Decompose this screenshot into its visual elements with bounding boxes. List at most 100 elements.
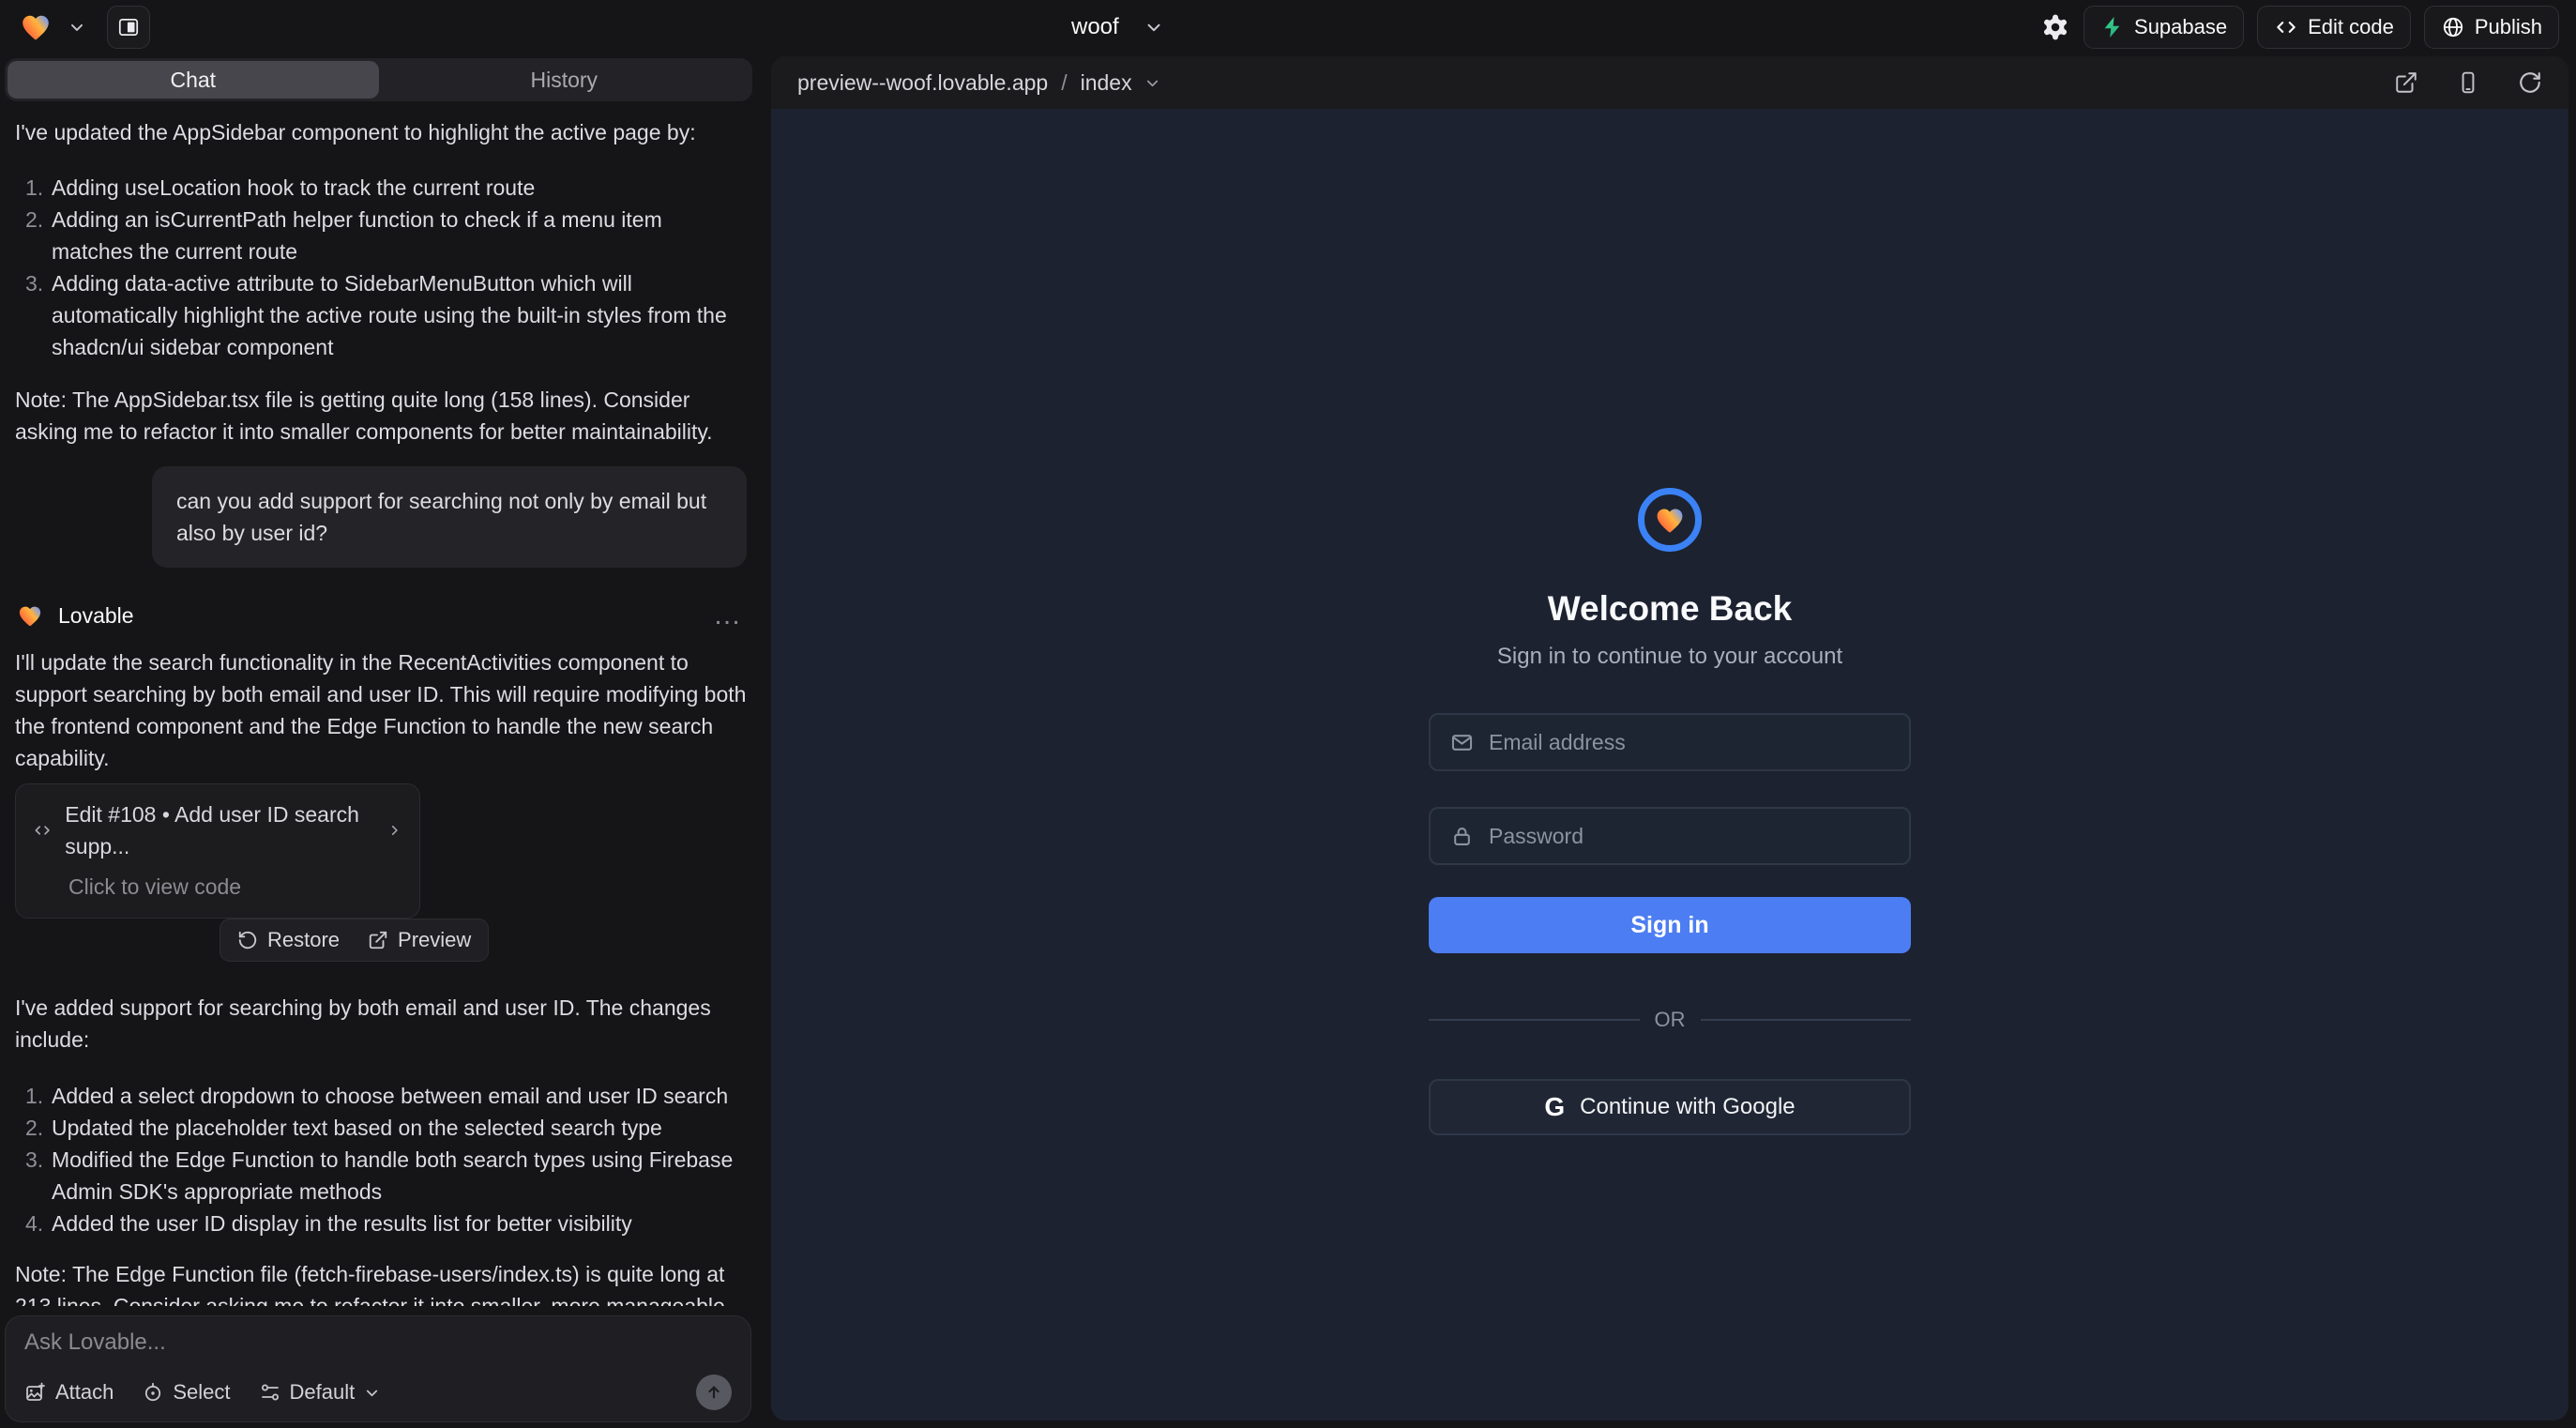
page-title: Welcome Back [1548,589,1793,629]
preview-actions [2394,70,2542,95]
external-link-icon [2394,70,2418,95]
version-actions: Restore Preview [220,919,489,962]
sliders-icon [259,1381,281,1404]
project-switcher[interactable]: woof [1071,0,1164,54]
list-item: Modified the Edge Function to handle bot… [29,1144,747,1208]
phone-icon [2456,70,2480,95]
mobile-view-button[interactable] [2456,70,2480,95]
chat-composer: Attach Select Default [5,1315,751,1422]
attach-image-icon [24,1381,47,1404]
sign-in-button[interactable]: Sign in [1429,897,1911,953]
chat-thread[interactable]: I've updated the AppSidebar component to… [0,101,762,1306]
chat-panel: Chat History I've updated the AppSidebar… [0,54,762,1428]
tab-history[interactable]: History [379,61,750,99]
ellipsis-icon: … [713,600,741,630]
edit-card-subtitle: Click to view code [68,871,402,903]
list-item: Adding an isCurrentPath helper function … [29,204,747,267]
preview-button[interactable]: Preview [368,928,471,952]
project-name: woof [1071,14,1119,40]
google-g-icon: G [1544,1092,1565,1122]
target-icon [142,1381,164,1404]
password-field-wrapper [1429,807,1911,865]
list-item: Adding data-active attribute to SidebarM… [29,267,747,363]
mode-label: Default [290,1380,356,1405]
assistant-name: Lovable [58,600,134,631]
edit-card-title-row: Edit #108 • Add user ID search supp... [33,798,402,862]
lovable-logo-heart-icon [17,10,54,44]
code-icon [33,819,52,842]
panel-layout-icon [116,15,141,39]
chat-history-tabs: Chat History [5,58,752,101]
assistant-paragraph: I'll update the search functionality in … [15,646,747,774]
composer-input[interactable] [24,1329,732,1375]
composer-toolbar: Attach Select Default [24,1375,732,1410]
chevron-down-icon [1144,74,1161,92]
mode-selector-button[interactable]: Default [259,1380,382,1405]
edit-code-label: Edit code [2308,15,2394,39]
list-item: Adding useLocation hook to track the cur… [29,172,747,204]
or-divider: OR [1429,1008,1911,1032]
divider-line [1701,1019,1912,1021]
open-in-new-tab-button[interactable] [2394,70,2418,95]
preview-page: index [1081,70,1132,96]
assistant-numbered-list: Adding useLocation hook to track the cur… [15,172,747,363]
edit-code-button[interactable]: Edit code [2257,6,2411,49]
app-logo [1638,488,1702,552]
login-form: Sign in OR G Continue with Google [1429,713,1911,1135]
topbar-actions: Supabase Edit code Publish [2040,6,2559,49]
assistant-paragraph: I've added support for searching by both… [15,992,747,1056]
external-link-icon [368,930,388,950]
toggle-sidebar-button[interactable] [107,6,150,49]
preview-header: preview--woof.lovable.app / index [771,56,2568,109]
google-sign-in-button[interactable]: G Continue with Google [1429,1079,1911,1135]
edit-card-title: Edit #108 • Add user ID search supp... [65,798,373,862]
refresh-icon [2518,70,2542,95]
tab-chat[interactable]: Chat [8,61,379,99]
email-field-wrapper [1429,713,1911,771]
restore-icon [237,930,258,950]
user-message-text: can you add support for searching not on… [176,489,706,545]
attach-button[interactable]: Attach [24,1380,114,1405]
topbar-left [17,6,150,49]
publish-button[interactable]: Publish [2424,6,2559,49]
code-icon [2274,15,2298,39]
chevron-down-icon [68,18,86,37]
preview-url-selector[interactable]: preview--woof.lovable.app / index [797,70,1161,96]
send-button[interactable] [696,1375,732,1410]
supabase-button[interactable]: Supabase [2084,6,2244,49]
gear-icon [2040,12,2070,42]
divider-line [1429,1019,1640,1021]
refresh-button[interactable] [2518,70,2542,95]
lock-icon [1449,824,1475,849]
message-options-button[interactable]: … [707,606,747,625]
preview-label: Preview [398,928,471,952]
project-menu-chevron-button[interactable] [68,18,86,37]
envelope-icon [1449,730,1475,755]
lovable-avatar-heart-icon [15,602,45,630]
publish-label: Publish [2475,15,2542,39]
chevron-down-icon [363,1384,381,1402]
divider-label: OR [1655,1008,1686,1032]
select-label: Select [173,1380,230,1405]
restore-button[interactable]: Restore [237,928,340,952]
google-button-label: Continue with Google [1580,1094,1795,1120]
globe-icon [2441,15,2465,39]
heart-icon [1652,504,1688,537]
restore-label: Restore [267,928,340,952]
supabase-bolt-icon [2100,15,2125,39]
email-field[interactable] [1489,730,1890,755]
list-item: Added a select dropdown to choose betwee… [29,1080,747,1112]
settings-button[interactable] [2040,12,2070,42]
edit-version-card[interactable]: Edit #108 • Add user ID search supp... C… [15,783,420,919]
supabase-label: Supabase [2134,15,2227,39]
topbar: woof Supabase Edit code Publish [0,0,2576,54]
chevron-right-icon [386,821,402,840]
password-field[interactable] [1489,824,1890,849]
select-element-button[interactable]: Select [142,1380,230,1405]
preview-panel: preview--woof.lovable.app / index [771,56,2568,1420]
user-message-bubble: can you add support for searching not on… [152,466,747,568]
assistant-note: Note: The AppSidebar.tsx file is getting… [15,384,747,448]
page-subtitle: Sign in to continue to your account [1497,644,1842,670]
assistant-numbered-list: Added a select dropdown to choose betwee… [15,1080,747,1239]
preview-viewport: Welcome Back Sign in to continue to your… [771,109,2568,1420]
